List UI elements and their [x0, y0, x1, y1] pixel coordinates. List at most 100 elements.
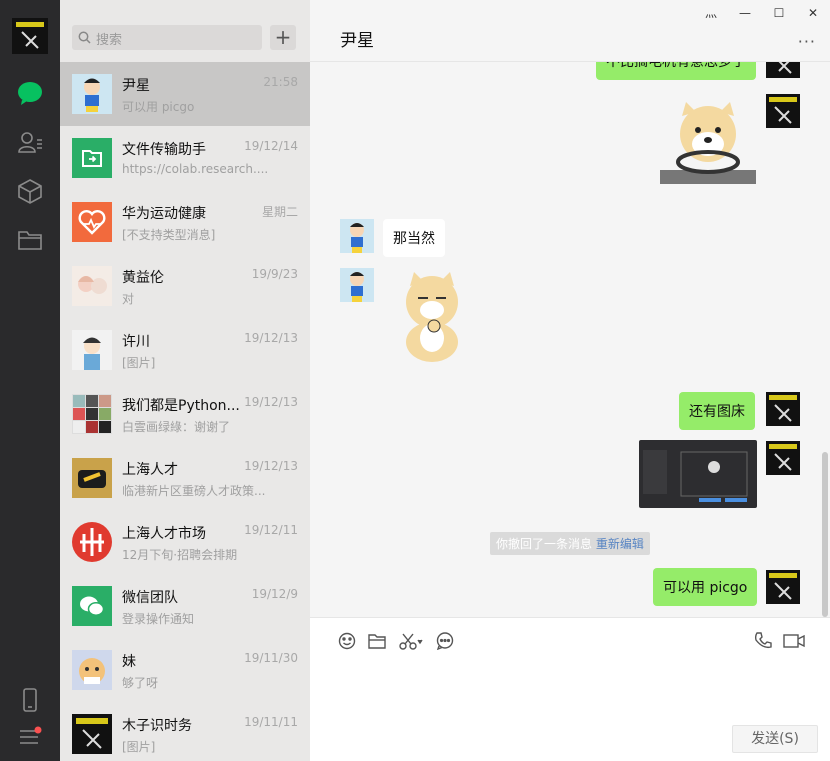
avatar — [72, 330, 112, 370]
contact-avatar[interactable] — [340, 268, 374, 302]
search-icon — [78, 31, 91, 44]
message-bubble-mine[interactable]: 还有图床 — [679, 392, 755, 430]
chat-item-python-group[interactable]: 我们都是Python... 19/12/13 白雲画绿綠：谢谢了 — [60, 382, 310, 446]
contact-avatar[interactable] — [340, 219, 374, 253]
chat-time: 19/12/13 — [244, 395, 298, 409]
chat-time: 19/12/11 — [244, 523, 298, 537]
my-avatar[interactable] — [12, 18, 48, 54]
my-avatar[interactable] — [766, 392, 800, 426]
chat-time: 21:58 — [263, 75, 298, 89]
conversation-header: 尹星 ⺣ — ☐ ✕ ··· — [310, 0, 830, 62]
chat-name: 妹 — [122, 654, 136, 670]
my-avatar[interactable] — [766, 62, 800, 78]
chat-preview: 临港新片区重磅人才政策... — [122, 484, 266, 498]
chat-item-mei[interactable]: 妹 19/11/30 够了呀 — [60, 638, 310, 702]
chat-name: 我们都是Python... — [122, 398, 240, 414]
window-controls: ⺣ — ☐ ✕ — [694, 0, 830, 26]
chat-name: 文件传输助手 — [122, 142, 206, 158]
pin-button[interactable]: ⺣ — [694, 0, 728, 26]
send-button[interactable]: 发送(S) — [732, 725, 818, 753]
collection-cube-icon[interactable] — [15, 176, 45, 206]
chat-name: 上海人才市场 — [122, 526, 206, 542]
contacts-icon[interactable] — [15, 127, 45, 157]
chat-history-icon[interactable] — [434, 630, 456, 652]
chat-time: 19/12/13 — [244, 459, 298, 473]
chat-time: 19/11/30 — [244, 651, 298, 665]
chat-time: 19/12/13 — [244, 331, 298, 345]
chat-name: 黄益伦 — [122, 270, 164, 286]
recall-text: 你撤回了一条消息 — [496, 537, 593, 551]
chat-preview: [图片] — [122, 740, 156, 754]
message-input-area[interactable]: 发送(S) — [310, 617, 830, 761]
search-input[interactable]: 搜索 — [72, 25, 262, 50]
my-avatar[interactable] — [766, 570, 800, 604]
chat-preview: 登录操作通知 — [122, 612, 195, 626]
chat-name: 微信团队 — [122, 590, 178, 606]
search-placeholder: 搜索 — [96, 33, 123, 48]
chat-time: 19/12/9 — [251, 587, 298, 601]
minimize-button[interactable]: — — [728, 0, 762, 26]
chat-time: 19/9/23 — [251, 267, 298, 281]
sidebar-rail — [0, 0, 60, 761]
file-transfer-icon — [72, 138, 112, 178]
video-call-icon[interactable] — [782, 630, 806, 652]
chat-item-huang[interactable]: 黄益伦 19/9/23 对 — [60, 254, 310, 318]
chat-item-shanghai-talent[interactable]: 上海人才 19/12/13 临港新片区重磅人才政策... — [60, 446, 310, 510]
chat-item-yinxing[interactable]: 尹星 21:58 可以用 picgo — [60, 62, 310, 126]
menu-icon[interactable] — [15, 722, 45, 752]
folder-icon[interactable] — [15, 225, 45, 255]
phone-device-icon[interactable] — [15, 685, 45, 715]
maximize-button[interactable]: ☐ — [762, 0, 796, 26]
message-area[interactable]: 不比搞电机有意思多了 那当然 还有图床 你撤回了一条消息 重新编辑 可以用 pi… — [310, 62, 830, 617]
chat-item-shanghai-talent-market[interactable]: 上海人才市场 19/12/11 12月下旬·招聘会排期 — [60, 510, 310, 574]
group-avatar — [72, 394, 112, 434]
avatar — [72, 74, 112, 114]
wechat-window: 搜索 + 尹星 21:58 可以用 picgo 文件传输助手 19/12/14 … — [0, 0, 830, 761]
conversation-panel: 尹星 ⺣ — ☐ ✕ ··· 不比搞电机有意思多了 那当然 还有图床 你撤回了一… — [310, 0, 830, 761]
image-message[interactable] — [639, 440, 757, 508]
chat-name: 华为运动健康 — [122, 206, 206, 222]
message-bubble-mine[interactable]: 可以用 picgo — [653, 568, 758, 606]
chat-name: 上海人才 — [122, 462, 178, 478]
emoji-icon[interactable] — [336, 630, 358, 652]
message-bubble-mine[interactable]: 不比搞电机有意思多了 — [596, 62, 756, 80]
heart-icon — [72, 202, 112, 242]
my-avatar[interactable] — [766, 441, 800, 475]
chat-preview: [图片] — [122, 356, 156, 370]
more-options-button[interactable]: ··· — [798, 32, 816, 51]
chat-item-file-transfer[interactable]: 文件传输助手 19/12/14 https://colab.research..… — [60, 126, 310, 190]
avatar — [72, 650, 112, 690]
screenshot-scissors-icon[interactable] — [398, 630, 426, 652]
chat-icon[interactable] — [15, 78, 45, 108]
chat-preview: 12月下旬·招聘会排期 — [122, 548, 238, 562]
chat-preview: [不支持类型消息] — [122, 228, 216, 242]
chat-item-wechat-team[interactable]: 微信团队 19/12/9 登录操作通知 — [60, 574, 310, 638]
re-edit-link[interactable]: 重新编辑 — [596, 537, 644, 551]
avatar — [72, 714, 112, 754]
wechat-icon — [72, 586, 112, 626]
scrollbar[interactable] — [822, 452, 828, 617]
chat-list-panel: 搜索 + 尹星 21:58 可以用 picgo 文件传输助手 19/12/14 … — [60, 0, 310, 761]
chat-preview: 够了呀 — [122, 676, 159, 690]
chat-item-huawei-health[interactable]: 华为运动健康 星期二 [不支持类型消息] — [60, 190, 310, 254]
recall-notice: 你撤回了一条消息 重新编辑 — [490, 532, 650, 555]
close-button[interactable]: ✕ — [796, 0, 830, 26]
sticker-dog-thinking[interactable] — [396, 272, 468, 368]
chat-name: 木子识时务 — [122, 718, 192, 734]
folder-icon[interactable] — [366, 630, 388, 652]
chat-time: 19/12/14 — [244, 139, 298, 153]
add-button[interactable]: + — [270, 25, 296, 50]
sticker-dog-driving[interactable] — [660, 100, 756, 190]
message-bubble-other[interactable]: 那当然 — [383, 219, 445, 257]
chat-item-xuchuan[interactable]: 许川 19/12/13 [图片] — [60, 318, 310, 382]
chat-preview: 可以用 picgo — [122, 100, 195, 114]
chat-preview: https://colab.research.... — [122, 162, 269, 176]
chat-item-muzi[interactable]: 木子识时务 19/11/11 [图片] — [60, 702, 310, 761]
conversation-title: 尹星 — [340, 31, 374, 51]
avatar — [72, 522, 112, 562]
my-avatar[interactable] — [766, 94, 800, 128]
chat-name: 尹星 — [122, 78, 150, 94]
voice-call-icon[interactable] — [752, 630, 774, 652]
avatar — [72, 458, 112, 498]
chat-time: 19/11/11 — [244, 715, 298, 729]
